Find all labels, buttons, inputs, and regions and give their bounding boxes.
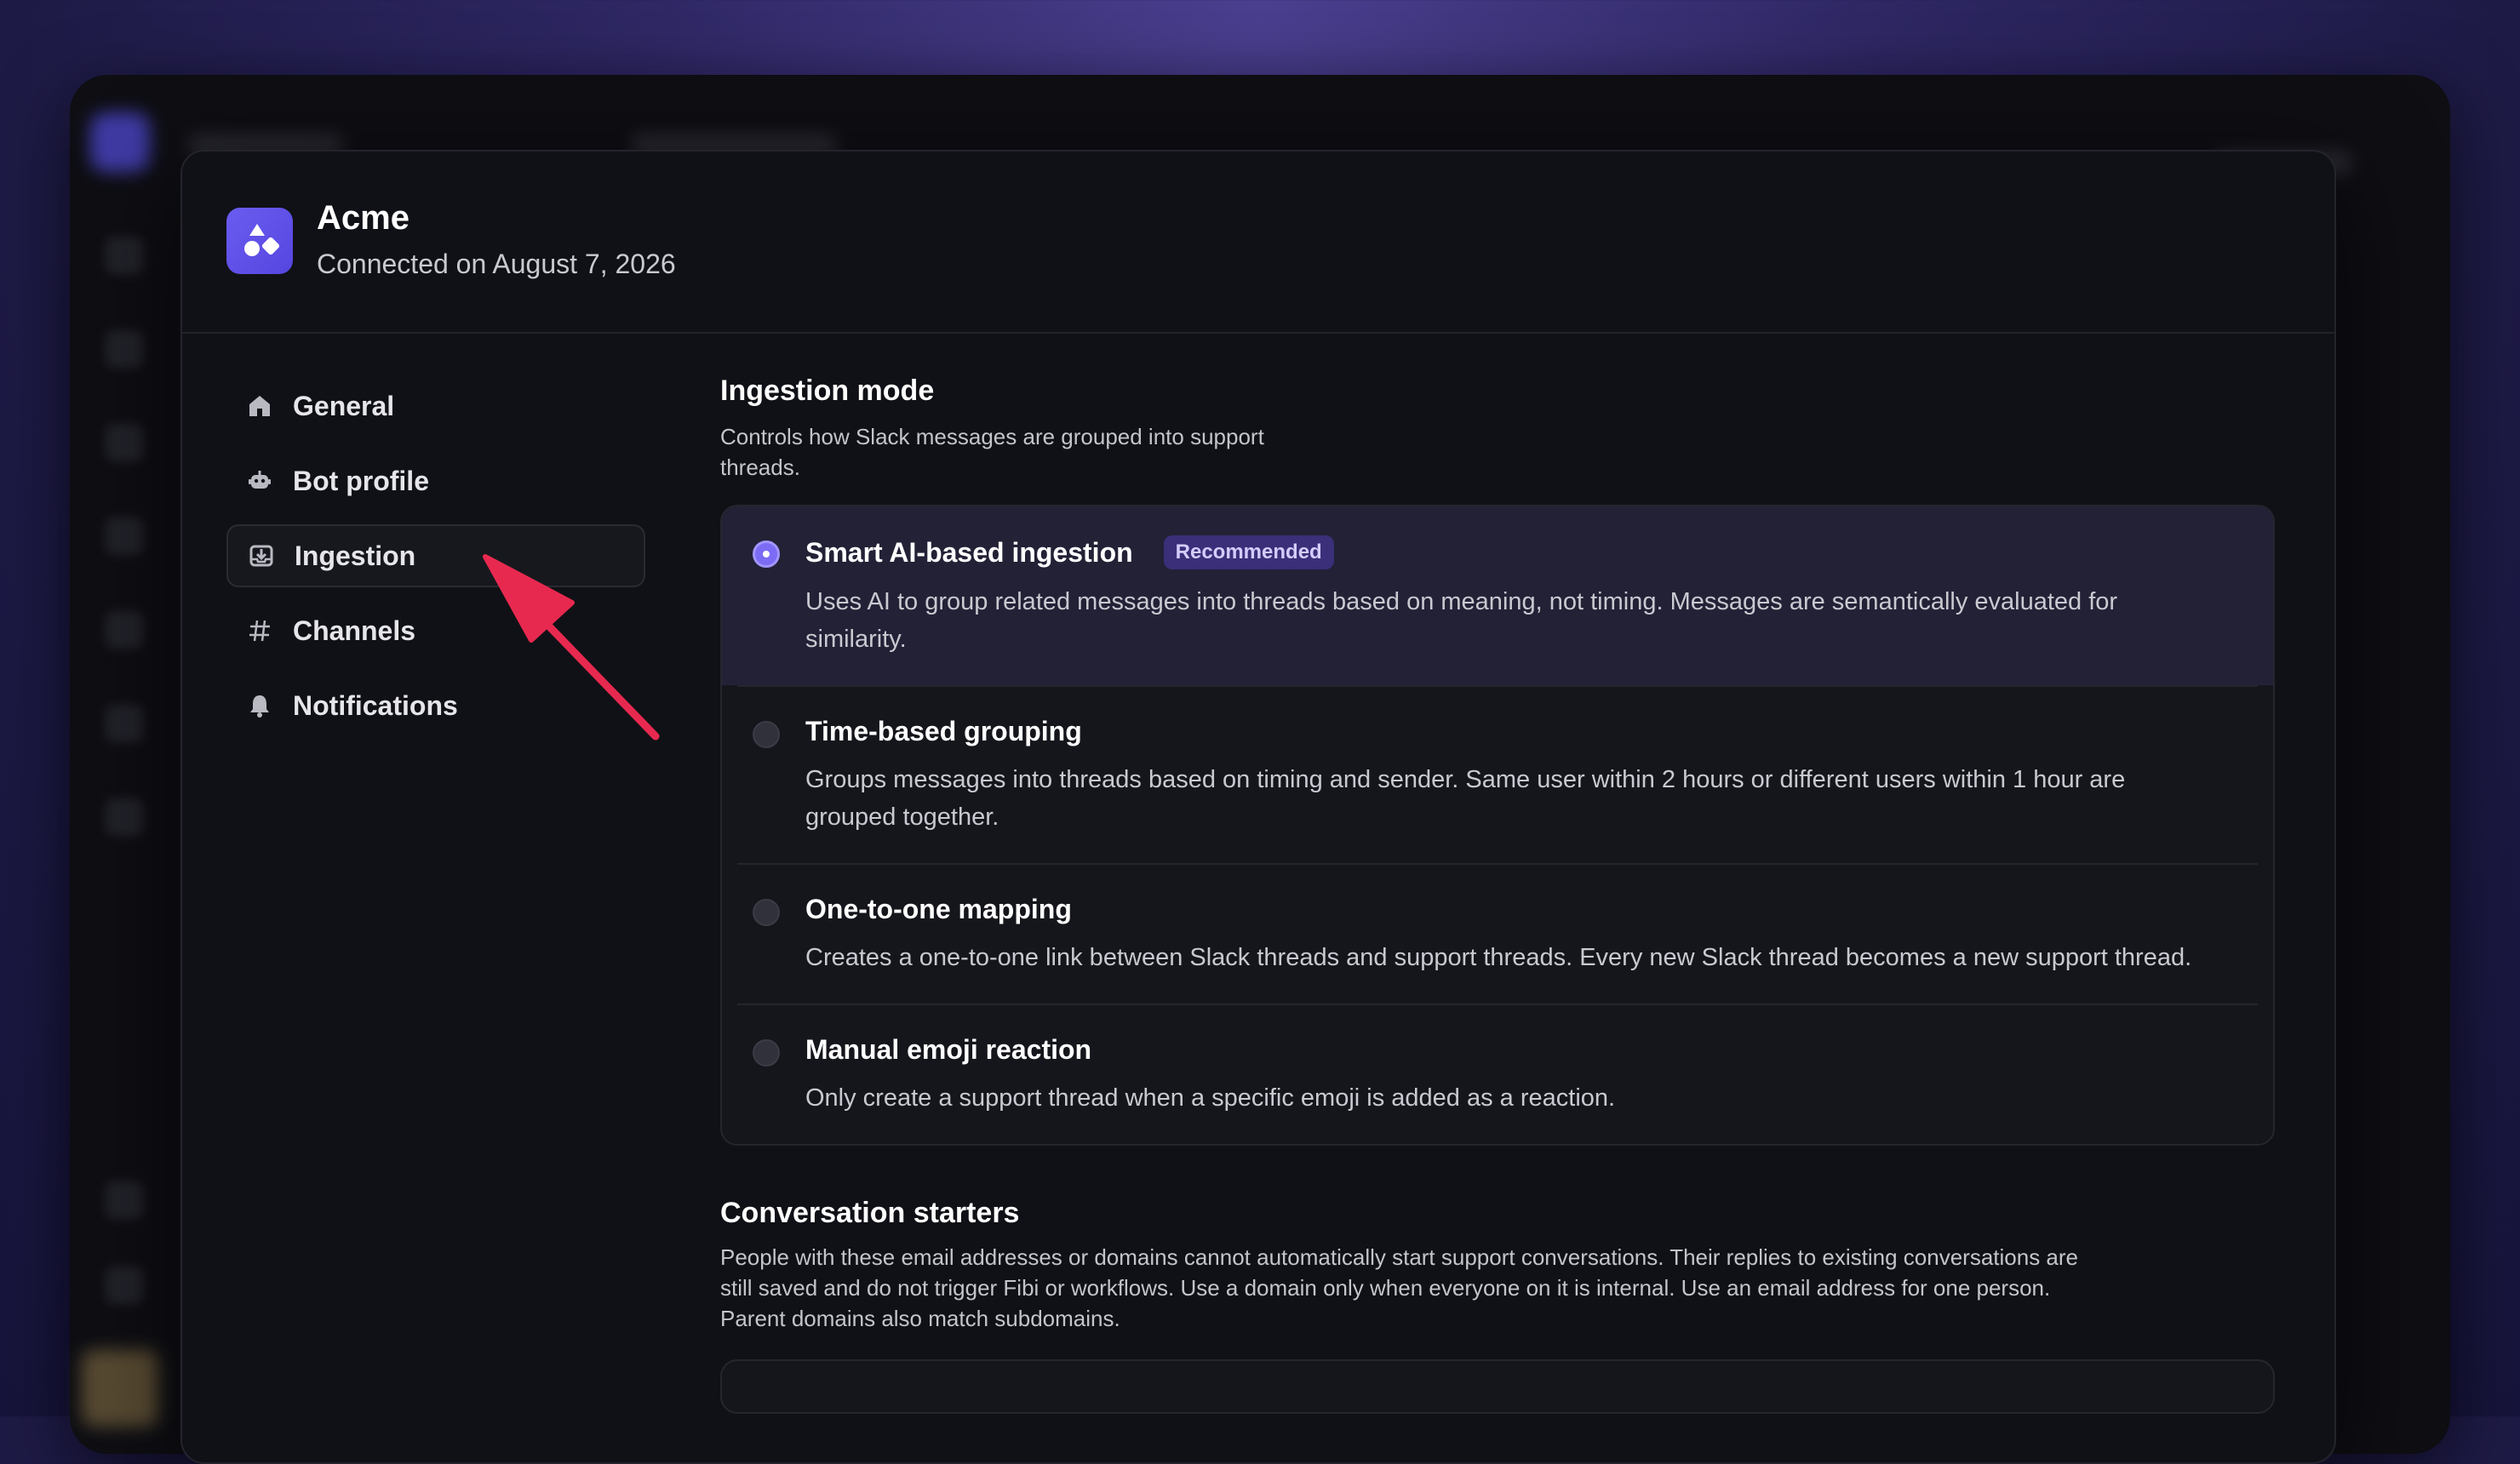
- home-icon: [245, 392, 274, 420]
- background-rail-item: [106, 1181, 143, 1219]
- background-rail-item: [106, 518, 143, 555]
- ingestion-mode-section: Ingestion mode Controls how Slack messag…: [720, 375, 2275, 1146]
- radio-button-selected[interactable]: [753, 540, 780, 568]
- conversation-starters-section: Conversation starters People with these …: [720, 1197, 2275, 1414]
- option-one-to-one[interactable]: One-to-one mapping Creates a one-to-one …: [737, 863, 2258, 1004]
- nav-item-bot-profile[interactable]: Bot profile: [226, 449, 645, 512]
- acme-logo-icon: [226, 208, 293, 274]
- nav-label: General: [293, 390, 395, 421]
- background-logo: [90, 112, 150, 172]
- bot-icon: [245, 466, 274, 495]
- background-rail-item: [106, 705, 143, 742]
- option-title: One-to-one mapping: [805, 894, 1072, 924]
- modal-header: Acme Connected on August 7, 2026: [182, 152, 2334, 334]
- background-rail: [70, 75, 180, 1454]
- background-rail-item: [106, 611, 143, 649]
- nav-label: Ingestion: [295, 540, 416, 571]
- ingestion-options: Smart AI-based ingestion Recommended Use…: [720, 505, 2275, 1146]
- section-title: Conversation starters: [720, 1197, 1020, 1229]
- radio-button[interactable]: [753, 721, 780, 748]
- section-description: People with these email addresses or dom…: [720, 1244, 2079, 1331]
- option-description: Uses AI to group related messages into t…: [805, 588, 2118, 653]
- radio-button[interactable]: [753, 1039, 780, 1067]
- radio-button[interactable]: [753, 899, 780, 926]
- nav-item-general[interactable]: General: [226, 375, 645, 437]
- recommended-badge: Recommended: [1163, 535, 1334, 569]
- bell-icon: [245, 691, 274, 720]
- option-title: Smart AI-based ingestion: [805, 536, 1133, 568]
- nav-label: Notifications: [293, 689, 458, 721]
- nav-label: Channels: [293, 615, 416, 646]
- integration-settings-modal: Acme Connected on August 7, 2026 General…: [180, 150, 2336, 1464]
- section-title: Ingestion mode: [720, 375, 935, 407]
- option-time-based[interactable]: Time-based grouping Groups messages into…: [737, 685, 2258, 863]
- option-description: Creates a one-to-one link between Slack …: [805, 944, 2192, 971]
- connected-date: Connected on August 7, 2026: [317, 249, 676, 279]
- conversation-starters-input[interactable]: [720, 1359, 2275, 1414]
- option-smart-ai[interactable]: Smart AI-based ingestion Recommended Use…: [722, 506, 2273, 685]
- background-rail-item: [106, 424, 143, 461]
- option-description: Groups messages into threads based on ti…: [805, 766, 2126, 831]
- option-manual-emoji[interactable]: Manual emoji reaction Only create a supp…: [737, 1004, 2258, 1144]
- background-rail-item: [106, 237, 143, 274]
- option-title: Manual emoji reaction: [805, 1034, 1092, 1065]
- background-rail-item: [106, 330, 143, 368]
- inbox-download-icon: [247, 541, 276, 570]
- background-avatar: [82, 1350, 158, 1427]
- option-description: Only create a support thread when a spec…: [805, 1084, 1616, 1112]
- annotation-arrow-icon: [483, 554, 660, 741]
- hash-icon: [245, 616, 274, 645]
- background-rail-item: [106, 798, 143, 836]
- app-name: Acme: [317, 199, 410, 237]
- nav-label: Bot profile: [293, 465, 429, 496]
- section-description: Controls how Slack messages are grouped …: [720, 424, 1264, 480]
- option-title: Time-based grouping: [805, 716, 1082, 746]
- background-rail-item: [106, 1267, 143, 1304]
- settings-content: Ingestion mode Controls how Slack messag…: [720, 375, 2275, 1414]
